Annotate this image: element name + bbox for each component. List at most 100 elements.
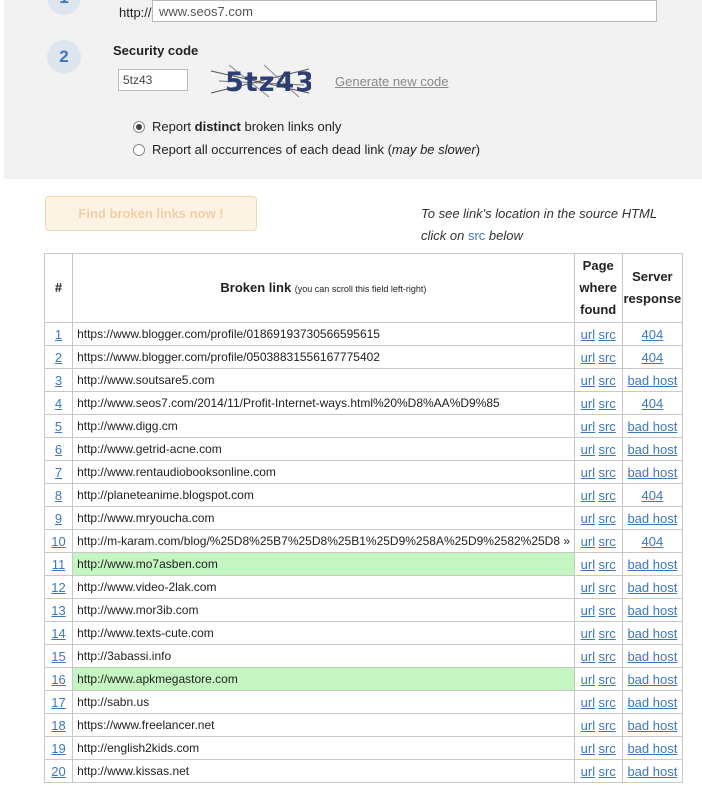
url-link[interactable]: url: [581, 534, 595, 549]
server-response-link[interactable]: bad host: [627, 557, 677, 572]
row-number-link[interactable]: 16: [51, 672, 65, 687]
security-code-input[interactable]: [118, 69, 188, 91]
url-input[interactable]: [152, 0, 657, 22]
broken-link-cell[interactable]: http://www.texts-cute.com: [72, 621, 575, 645]
src-link[interactable]: src: [598, 649, 615, 664]
radio-all[interactable]: [133, 143, 145, 156]
broken-link-cell[interactable]: http://www.mryoucha.com: [72, 506, 575, 530]
src-link[interactable]: src: [598, 534, 615, 549]
row-number-link[interactable]: 3: [55, 373, 62, 388]
row-number-link[interactable]: 10: [51, 534, 65, 549]
row-number-link[interactable]: 6: [55, 442, 62, 457]
src-link[interactable]: src: [598, 327, 615, 342]
broken-link-cell[interactable]: https://www.blogger.com/profile/01869193…: [72, 322, 575, 346]
row-number-link[interactable]: 17: [51, 695, 65, 710]
server-response-link[interactable]: 404: [642, 327, 664, 342]
row-number-link[interactable]: 12: [51, 580, 65, 595]
broken-link-cell[interactable]: http://m-karam.com/blog/%25D8%25B7%25D8%…: [72, 529, 575, 553]
radio-all-option[interactable]: Report all occurrences of each dead link…: [133, 142, 480, 157]
src-link[interactable]: src: [598, 511, 615, 526]
url-link[interactable]: url: [581, 626, 595, 641]
url-link[interactable]: url: [581, 488, 595, 503]
url-link[interactable]: url: [581, 373, 595, 388]
server-response-link[interactable]: bad host: [627, 718, 677, 733]
server-response-link[interactable]: bad host: [627, 672, 677, 687]
src-link[interactable]: src: [598, 672, 615, 687]
broken-link-cell[interactable]: http://www.mor3ib.com: [72, 598, 575, 622]
src-link[interactable]: src: [598, 695, 615, 710]
url-link[interactable]: url: [581, 764, 595, 779]
generate-new-code-link[interactable]: Generate new code: [335, 74, 448, 89]
server-response-link[interactable]: bad host: [627, 764, 677, 779]
server-response-link[interactable]: 404: [642, 396, 664, 411]
server-response-link[interactable]: bad host: [627, 511, 677, 526]
broken-link-cell[interactable]: http://www.soutsare5.com: [72, 368, 575, 392]
broken-link-cell[interactable]: http://www.seos7.com/2014/11/Profit-Inte…: [72, 391, 575, 415]
row-number-link[interactable]: 2: [55, 350, 62, 365]
url-link[interactable]: url: [581, 350, 595, 365]
url-link[interactable]: url: [581, 672, 595, 687]
broken-link-cell[interactable]: http://www.video-2lak.com: [72, 575, 575, 599]
broken-link-cell[interactable]: http://sabn.us: [72, 690, 575, 714]
radio-distinct-option[interactable]: Report distinct broken links only: [133, 119, 341, 134]
url-link[interactable]: url: [581, 741, 595, 756]
row-number-link[interactable]: 13: [51, 603, 65, 618]
broken-link-cell[interactable]: http://www.kissas.net: [72, 759, 575, 783]
server-response-link[interactable]: 404: [642, 488, 664, 503]
broken-link-cell[interactable]: http://www.apkmegastore.com: [72, 667, 575, 691]
row-number-link[interactable]: 14: [51, 626, 65, 641]
row-number-link[interactable]: 1: [55, 327, 62, 342]
src-link[interactable]: src: [598, 626, 615, 641]
row-number-link[interactable]: 15: [51, 649, 65, 664]
src-link[interactable]: src: [598, 350, 615, 365]
server-response-link[interactable]: bad host: [627, 580, 677, 595]
broken-link-cell[interactable]: http://www.mo7asben.com: [72, 552, 575, 576]
broken-link-cell[interactable]: http://english2kids.com: [72, 736, 575, 760]
server-response-link[interactable]: bad host: [627, 695, 677, 710]
broken-link-cell[interactable]: http://planeteanime.blogspot.com: [72, 483, 575, 507]
broken-link-cell[interactable]: https://www.blogger.com/profile/05038831…: [72, 345, 575, 369]
url-link[interactable]: url: [581, 442, 595, 457]
url-link[interactable]: url: [581, 557, 595, 572]
broken-link-cell[interactable]: http://3abassi.info: [72, 644, 575, 668]
server-response-link[interactable]: bad host: [627, 603, 677, 618]
server-response-link[interactable]: 404: [642, 534, 664, 549]
src-link[interactable]: src: [598, 764, 615, 779]
server-response-link[interactable]: 404: [642, 350, 664, 365]
broken-link-cell[interactable]: http://www.rentaudiobooksonline.com: [72, 460, 575, 484]
find-broken-links-button[interactable]: Find broken links now !: [45, 196, 257, 231]
url-link[interactable]: url: [581, 695, 595, 710]
row-number-link[interactable]: 4: [55, 396, 62, 411]
src-link[interactable]: src: [598, 741, 615, 756]
row-number-link[interactable]: 11: [52, 557, 66, 572]
server-response-link[interactable]: bad host: [627, 626, 677, 641]
server-response-link[interactable]: bad host: [627, 373, 677, 388]
row-number-link[interactable]: 19: [51, 741, 65, 756]
url-link[interactable]: url: [581, 511, 595, 526]
url-link[interactable]: url: [581, 396, 595, 411]
url-link[interactable]: url: [581, 327, 595, 342]
url-link[interactable]: url: [581, 580, 595, 595]
row-number-link[interactable]: 18: [51, 718, 65, 733]
radio-distinct[interactable]: [133, 120, 145, 133]
src-link[interactable]: src: [598, 396, 615, 411]
url-link[interactable]: url: [581, 419, 595, 434]
src-link[interactable]: src: [598, 419, 615, 434]
src-link[interactable]: src: [598, 488, 615, 503]
src-link[interactable]: src: [598, 718, 615, 733]
url-link[interactable]: url: [581, 603, 595, 618]
src-link[interactable]: src: [598, 465, 615, 480]
src-link[interactable]: src: [598, 557, 615, 572]
url-link[interactable]: url: [581, 649, 595, 664]
row-number-link[interactable]: 8: [55, 488, 62, 503]
url-link[interactable]: url: [581, 465, 595, 480]
row-number-link[interactable]: 20: [51, 764, 65, 779]
url-link[interactable]: url: [581, 718, 595, 733]
server-response-link[interactable]: bad host: [627, 419, 677, 434]
server-response-link[interactable]: bad host: [627, 649, 677, 664]
server-response-link[interactable]: bad host: [627, 442, 677, 457]
row-number-link[interactable]: 5: [55, 419, 62, 434]
server-response-link[interactable]: bad host: [627, 741, 677, 756]
src-link[interactable]: src: [598, 373, 615, 388]
server-response-link[interactable]: bad host: [627, 465, 677, 480]
